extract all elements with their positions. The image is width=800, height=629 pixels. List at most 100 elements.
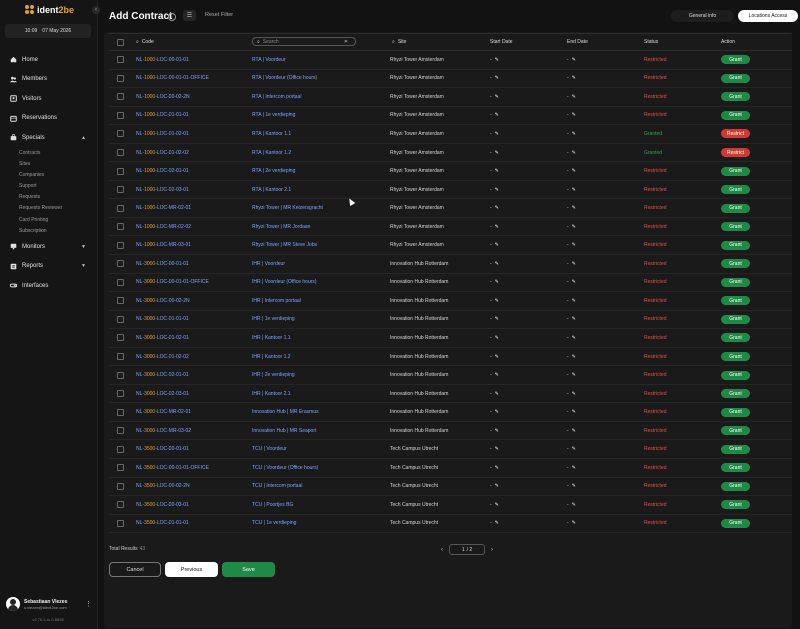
edit-icon[interactable]: ✎ (572, 279, 576, 285)
grant-button[interactable]: Grant (721, 185, 750, 195)
row-checkbox[interactable] (117, 130, 124, 138)
location-name-link[interactable]: IHR | Kantoor 2.1 (252, 391, 291, 397)
grant-button[interactable]: Grant (721, 314, 750, 324)
row-checkbox[interactable] (117, 149, 124, 156)
edit-icon[interactable]: ✎ (572, 520, 576, 526)
location-name-link[interactable]: RTA | Kantoor 1.1 (252, 131, 291, 137)
edit-icon[interactable]: ✎ (572, 428, 576, 434)
info-icon[interactable]: i (168, 13, 176, 21)
grant-button[interactable]: Grant (721, 259, 750, 269)
row-checkbox[interactable] (117, 297, 124, 305)
chevron-right-icon[interactable]: › (491, 547, 493, 553)
sidebar-item-monitors[interactable]: Monitors ▼ (0, 237, 96, 257)
edit-icon[interactable]: ✎ (495, 520, 499, 526)
row-checkbox[interactable] (117, 223, 124, 231)
grant-button[interactable]: Grant (721, 296, 750, 306)
column-code[interactable]: ⌕ Code (136, 39, 154, 45)
grant-button[interactable]: Grant (721, 389, 750, 399)
sidebar-subitem-support[interactable]: Support (0, 181, 96, 192)
row-checkbox[interactable] (117, 204, 124, 212)
location-name-link[interactable]: TCU | 1e verdieping (252, 520, 296, 526)
grant-button[interactable]: Grant (721, 166, 750, 176)
edit-icon[interactable]: ✎ (572, 168, 576, 174)
location-name-link[interactable]: IHR | Kantoor 1.2 (252, 354, 291, 360)
grant-button[interactable]: Grant (721, 277, 750, 287)
edit-icon[interactable]: ✎ (572, 409, 576, 415)
more-options-icon[interactable]: ⋮ (85, 600, 92, 608)
edit-icon[interactable]: ✎ (495, 483, 499, 489)
edit-icon[interactable]: ✎ (572, 502, 576, 508)
grant-button[interactable]: Grant (721, 500, 750, 510)
edit-icon[interactable]: ✎ (572, 354, 576, 360)
grant-button[interactable]: Grant (721, 426, 750, 436)
edit-icon[interactable]: ✎ (495, 57, 499, 63)
sidebar-subitem-subscription[interactable]: Subscription (0, 226, 96, 237)
edit-icon[interactable]: ✎ (572, 94, 576, 100)
location-name-link[interactable]: RTA | Voordeur (252, 57, 286, 63)
location-name-link[interactable]: Rhyzi Tower | MR Jordaan (252, 224, 310, 230)
edit-icon[interactable]: ✎ (572, 112, 576, 118)
grant-button[interactable]: Grant (721, 518, 750, 528)
restrict-button[interactable]: Restrict (721, 129, 750, 139)
clear-icon[interactable]: ✕ (344, 39, 348, 45)
sidebar-subitem-companies[interactable]: Companies (0, 170, 96, 181)
edit-icon[interactable]: ✎ (495, 465, 499, 471)
edit-icon[interactable]: ✎ (495, 502, 499, 508)
edit-icon[interactable]: ✎ (495, 428, 499, 434)
grant-button[interactable]: Grant (721, 444, 750, 454)
grant-button[interactable]: Grant (721, 481, 750, 491)
row-checkbox[interactable] (117, 519, 124, 527)
sidebar-item-members[interactable]: Members (0, 70, 96, 90)
row-checkbox[interactable] (117, 371, 124, 379)
edit-icon[interactable]: ✎ (572, 242, 576, 248)
page-input[interactable]: 1/ 2 (449, 544, 485, 555)
edit-icon[interactable]: ✎ (495, 372, 499, 378)
edit-icon[interactable]: ✎ (495, 391, 499, 397)
grant-button[interactable]: Grant (721, 240, 750, 250)
edit-icon[interactable]: ✎ (495, 112, 499, 118)
row-checkbox[interactable] (117, 241, 124, 249)
edit-icon[interactable]: ✎ (495, 335, 499, 341)
edit-icon[interactable]: ✎ (572, 150, 576, 156)
location-name-link[interactable]: IHR | Voordeur (Office hours) (252, 279, 317, 285)
location-name-link[interactable]: RTA | Voordeur (Office hours) (252, 75, 317, 81)
row-checkbox[interactable] (117, 260, 124, 268)
location-name-link[interactable]: IHR | 2e verdieping (252, 372, 295, 378)
sidebar-subitem-requests-reviewer[interactable]: Requests Reviewer (0, 203, 96, 214)
grant-button[interactable]: Grant (721, 92, 750, 102)
edit-icon[interactable]: ✎ (495, 279, 499, 285)
row-checkbox[interactable] (117, 408, 124, 416)
grant-button[interactable]: Grant (721, 370, 750, 380)
edit-icon[interactable]: ✎ (495, 354, 499, 360)
app-logo[interactable]: ident2be (25, 4, 74, 16)
previous-button[interactable]: Previous (165, 562, 218, 577)
collapse-sidebar-button[interactable]: ‹ (92, 6, 100, 14)
grant-button[interactable]: Grant (721, 407, 750, 417)
row-checkbox[interactable] (117, 278, 124, 286)
edit-icon[interactable]: ✎ (572, 187, 576, 193)
edit-icon[interactable]: ✎ (572, 316, 576, 322)
location-name-link[interactable]: TCU | Voordeur (252, 446, 287, 452)
edit-icon[interactable]: ✎ (495, 409, 499, 415)
row-checkbox[interactable] (117, 353, 124, 361)
sidebar-item-interfaces[interactable]: Interfaces (0, 276, 96, 296)
edit-icon[interactable]: ✎ (572, 261, 576, 267)
sidebar-item-specials[interactable]: Specials ▲ (0, 128, 96, 148)
row-checkbox[interactable] (117, 445, 124, 453)
grant-button[interactable]: Grant (721, 110, 750, 120)
location-name-link[interactable]: RTA | Kantoor 1.2 (252, 150, 291, 156)
edit-icon[interactable]: ✎ (572, 483, 576, 489)
row-checkbox[interactable] (117, 186, 124, 194)
location-name-link[interactable]: RTA | Kantoor 2.1 (252, 187, 291, 193)
row-checkbox[interactable] (117, 56, 124, 64)
edit-icon[interactable]: ✎ (572, 298, 576, 304)
edit-icon[interactable]: ✎ (572, 57, 576, 63)
row-checkbox[interactable] (117, 482, 124, 490)
edit-icon[interactable]: ✎ (572, 372, 576, 378)
row-checkbox[interactable] (117, 111, 124, 119)
row-checkbox[interactable] (117, 501, 124, 509)
location-name-link[interactable]: RTA | 2e verdieping (252, 168, 295, 174)
edit-icon[interactable]: ✎ (572, 224, 576, 230)
edit-icon[interactable]: ✎ (495, 261, 499, 267)
edit-icon[interactable]: ✎ (495, 94, 499, 100)
